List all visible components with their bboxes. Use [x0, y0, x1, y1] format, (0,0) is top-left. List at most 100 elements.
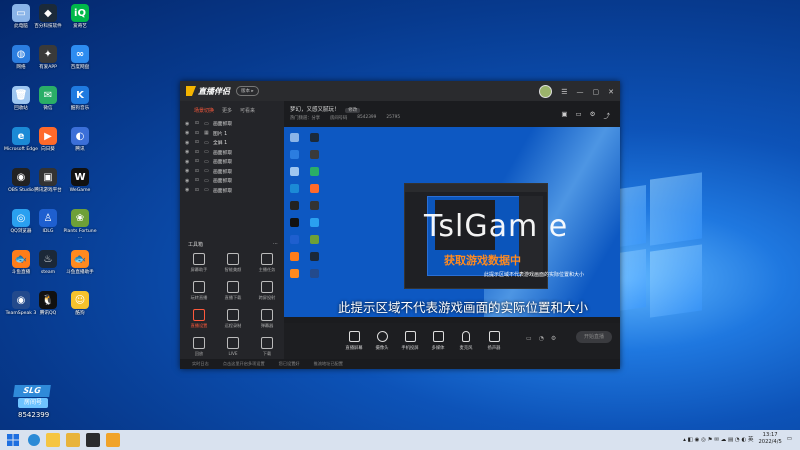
scene-item[interactable]: ◉ ⊡ ▭ 画面抓取 — [180, 186, 284, 196]
scene-item[interactable]: ◉ ⊡ ▭ 画面抓取 — [180, 176, 284, 186]
live-streaming-app-window: 直播伴侣 版本 ▸ ☰ — ▢ ✕ 场景切换 更多 可看来 ◉ ⊡ ▭ 画面抓取 ◉ ⊡ ▦… — [180, 81, 620, 369]
version-badge[interactable]: 版本 ▸ — [236, 86, 259, 96]
toolbox-more-icon[interactable]: ⋯ — [273, 241, 278, 248]
status-item[interactable]: 点击这里开启多项设置 — [223, 361, 265, 367]
desktop-icon[interactable]: 🐧 腾讯QQ — [30, 291, 66, 317]
desktop-icon-label: Plants Fortune ... — [63, 229, 97, 240]
lock-icon[interactable]: ⊡ — [195, 121, 200, 126]
tray-icons[interactable]: ▴ ◧ ◉ ◎ ⚑ ✉ ☁ ▤ ◔ ◐ 英 — [683, 435, 753, 443]
edge-taskbar-icon[interactable] — [28, 434, 40, 446]
replay-icon[interactable]: ◔ — [539, 335, 544, 342]
desktop-icon[interactable]: W WeGame — [62, 168, 98, 194]
lock-icon[interactable]: ⊡ — [195, 150, 200, 155]
phone-cast-button[interactable]: 手机投屏 — [398, 331, 422, 351]
tab-scene-switch[interactable]: 场景切换 — [194, 107, 214, 117]
desktop-icon[interactable]: ▶ 向日葵 — [30, 127, 66, 153]
scene-item[interactable]: ◉ ⊡ ▭ 画面抓取 — [180, 167, 284, 177]
tool-icon — [261, 309, 273, 321]
desktop-icon[interactable]: ♨ steam — [30, 250, 66, 276]
close-icon[interactable]: ✕ — [608, 88, 614, 96]
start-live-button[interactable]: 开始直播 — [576, 331, 612, 343]
lock-icon[interactable]: ⊡ — [195, 140, 200, 145]
menu-icon[interactable]: ☰ — [561, 88, 567, 96]
desktop-icon[interactable]: ◆ 百分科技软件 — [30, 4, 66, 30]
app-icon: iQ — [71, 4, 89, 22]
desktop-icon[interactable]: ▣ 腾讯游戏平台 — [30, 168, 66, 194]
gift-icon[interactable]: ▣ — [561, 110, 567, 120]
taskbar-app-icon[interactable] — [106, 433, 120, 447]
tool-button[interactable]: 玩转直播 — [182, 281, 216, 301]
eye-icon[interactable]: ◉ — [185, 149, 190, 155]
record-icon[interactable]: ▭ — [526, 335, 532, 342]
desktop-icon-label: 百分科技软件 — [34, 24, 62, 29]
maximize-icon[interactable]: ▢ — [593, 88, 600, 96]
scene-item[interactable]: ◉ ⊡ ▭ 画面抓取 — [180, 119, 284, 129]
tool-button[interactable]: 直播设置 — [182, 309, 216, 329]
desktop-icon[interactable]: ☺ 酷狗 — [62, 291, 98, 317]
lock-icon[interactable]: ⊡ — [195, 169, 200, 174]
tool-button[interactable]: 下载 — [250, 337, 284, 357]
tab-viewable[interactable]: 可看来 — [240, 107, 255, 117]
live-app-taskbar-icon[interactable] — [86, 433, 100, 447]
eye-icon[interactable]: ◉ — [185, 159, 190, 165]
title-bar[interactable]: 直播伴侣 版本 ▸ ☰ — ▢ ✕ — [180, 81, 620, 101]
eye-icon[interactable]: ◉ — [185, 178, 190, 184]
tool-button[interactable]: 远程录制 — [216, 309, 250, 329]
tool-button[interactable]: 回放 — [182, 337, 216, 357]
message-icon[interactable]: ▭ — [576, 110, 582, 120]
scene-item[interactable]: ◉ ⊡ ▦ 图片 1 — [180, 129, 284, 139]
speaker-button[interactable]: 扬声器 — [482, 331, 506, 351]
tool-button[interactable]: 弹幕器 — [250, 309, 284, 329]
app-icon: ◆ — [39, 4, 57, 22]
eye-icon[interactable]: ◉ — [185, 187, 190, 193]
tool-button[interactable]: LIVE — [216, 337, 250, 356]
app-taskbar-icon[interactable] — [66, 433, 80, 447]
eye-icon[interactable]: ◉ — [185, 168, 190, 174]
gear-icon[interactable]: ⚙ — [551, 335, 556, 342]
scene-item[interactable]: ◉ ⊡ ▭ 全屏 1 — [180, 138, 284, 148]
tab-more[interactable]: 更多 — [222, 107, 232, 117]
desktop-icon[interactable]: ∞ 百度网盘 — [62, 45, 98, 71]
file-explorer-icon[interactable] — [46, 433, 60, 447]
camera-button[interactable]: 摄像头 — [370, 331, 394, 351]
scene-item[interactable]: ◉ ⊡ ▭ 画面抓取 — [180, 157, 284, 167]
screen-capture-button[interactable]: 直播屏幕 — [342, 331, 366, 351]
microphone-button[interactable]: 麦克风 — [454, 331, 478, 351]
tool-button[interactable]: 智能美颜 — [216, 253, 250, 273]
edit-title-button[interactable]: 修改 — [345, 108, 361, 113]
start-icon[interactable] — [6, 433, 20, 447]
desktop-icon[interactable]: K 酷狗音乐 — [62, 86, 98, 112]
desktop-icon[interactable]: ✉ 微信 — [30, 86, 66, 112]
avatar[interactable] — [539, 85, 553, 98]
tool-label: 下载 — [262, 351, 272, 356]
desktop-icon[interactable]: ❀ Plants Fortune ... — [62, 209, 98, 240]
desktop-icon[interactable]: ◐ 腾讯 — [62, 127, 98, 153]
lock-icon[interactable]: ⊡ — [195, 131, 200, 136]
desktop-icon[interactable]: iQ 爱奇艺 — [62, 4, 98, 30]
media-button[interactable]: 多媒体 — [426, 331, 450, 351]
eye-icon[interactable]: ◉ — [185, 130, 190, 136]
tool-button[interactable]: 跨屏投射 — [250, 281, 284, 301]
desktop-icon[interactable]: 🐟 斗鱼直播助手 — [62, 250, 98, 276]
tool-button[interactable]: 屏幕助手 — [182, 253, 216, 273]
clock[interactable]: 13:17 2022/4/5 — [758, 432, 781, 446]
status-item[interactable]: 实时日志 — [192, 361, 209, 367]
hint-caption: 此提示区域不代表游戏画面的实际位置和大小 — [338, 300, 589, 315]
tool-button[interactable]: 主播任务 — [250, 253, 284, 273]
settings-icon[interactable]: ⚙ — [590, 110, 596, 120]
share-icon[interactable]: ⤴ — [604, 110, 611, 120]
desktop-icon[interactable]: ♙ IDLG — [30, 209, 66, 235]
desktop-icon[interactable]: ✦ 有爱APP — [30, 45, 66, 71]
lock-icon[interactable]: ⊡ — [195, 178, 200, 183]
stream-preview[interactable]: TslGam e 获取游戏数据中 此提示区域不代表游戏画面的实际位置和大小 此提… — [284, 127, 620, 317]
notification-icon[interactable]: ▭ — [787, 436, 792, 442]
room-id: 8542399 — [357, 115, 377, 120]
lock-icon[interactable]: ⊡ — [195, 188, 200, 193]
eye-icon[interactable]: ◉ — [185, 121, 190, 127]
tool-button[interactable]: 直播下载 — [216, 281, 250, 301]
scene-item[interactable]: ◉ ⊡ ▭ 画面抓取 — [180, 148, 284, 158]
eye-icon[interactable]: ◉ — [185, 140, 190, 146]
app-logo: 直播伴侣 — [186, 86, 230, 97]
lock-icon[interactable]: ⊡ — [195, 159, 200, 164]
minimize-icon[interactable]: — — [577, 88, 584, 96]
